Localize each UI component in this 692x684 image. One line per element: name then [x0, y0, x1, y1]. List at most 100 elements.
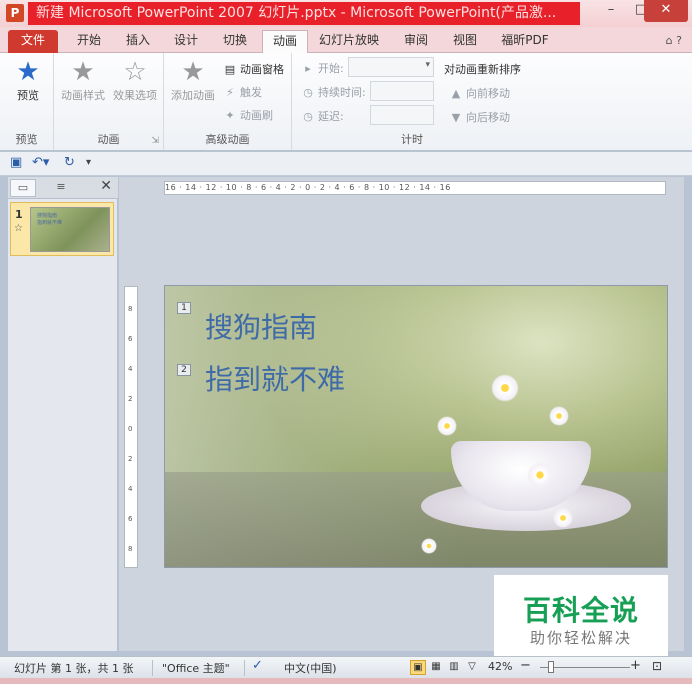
slide-title-text[interactable]: 搜狗指南 — [205, 306, 317, 346]
tab-foxit-pdf[interactable]: 福昕PDF — [494, 30, 556, 53]
animation-styles-button[interactable]: ★ 动画样式 — [58, 57, 108, 103]
zoom-in-button[interactable]: + — [630, 658, 641, 673]
move-earlier-button[interactable]: ▲ 向前移动 — [448, 85, 510, 101]
duration-label: ◷ 持续时间: — [300, 84, 366, 100]
flower-image — [437, 416, 457, 436]
animation-painter-button[interactable]: ✦ 动画刷 — [222, 107, 273, 123]
normal-view-icon[interactable]: ▣ — [410, 660, 426, 675]
vertical-ruler: 8 6 4 2 0 2 4 6 8 — [124, 286, 138, 568]
effect-options-button[interactable]: ☆ 效果选项 — [110, 57, 160, 103]
theme-name-text: "Office 主题" — [162, 662, 230, 675]
spell-check-icon[interactable]: ✓ — [252, 658, 263, 673]
taskbar-strip — [0, 678, 692, 684]
reorder-title: 对动画重新排序 — [444, 63, 521, 76]
effect-options-star-icon: ☆ — [123, 57, 147, 87]
language-text[interactable]: 中文(中国) — [284, 660, 337, 676]
start-dropdown[interactable]: ▾ — [348, 57, 434, 77]
move-later-button[interactable]: ▼ 向后移动 — [448, 109, 510, 125]
group-advanced-animation: ★ 添加动画 ▤ 动画窗格 ⚡ 触发 ✦ 动画刷 高级动画 — [164, 53, 292, 150]
slide-subtitle-text[interactable]: 指到就不难 — [205, 358, 345, 398]
minimize-button[interactable]: – — [596, 0, 626, 22]
group-animation: ★ 动画样式 ☆ 效果选项 动画 ⇲ — [54, 53, 164, 150]
preview-star-icon: ★ — [16, 57, 40, 87]
group-preview: ★ 预览 预览 — [0, 53, 54, 150]
animation-styles-star-icon: ★ — [71, 57, 95, 87]
flower-image — [421, 538, 437, 554]
close-button[interactable]: ✕ — [644, 0, 688, 22]
thumbnail-text-1: 搜狗指南 — [37, 213, 58, 219]
slide-thumbnail[interactable]: 1 ☆ 搜狗指南 指到就不难 — [10, 202, 114, 256]
add-animation-star-icon: ★ — [181, 57, 205, 87]
flower-image — [527, 462, 553, 488]
delay-clock-icon: ◷ — [303, 110, 313, 123]
flower-image — [553, 508, 573, 528]
status-separator — [244, 660, 245, 676]
preview-button[interactable]: ★ 预览 — [8, 57, 48, 103]
clock-icon: ◷ — [303, 86, 313, 99]
tab-animations[interactable]: 动画 — [262, 30, 308, 53]
zoom-slider-thumb[interactable] — [548, 661, 554, 673]
tab-home[interactable]: 开始 — [68, 30, 110, 53]
thumbnail-animation-icon: ☆ — [14, 223, 23, 234]
delay-spinner[interactable] — [370, 105, 434, 125]
redo-icon[interactable]: ↻ — [64, 155, 75, 170]
group-label-advanced-animation: 高级动画 — [205, 133, 250, 146]
animation-pane-icon: ▤ — [224, 63, 236, 76]
group-timing: ▸ 开始: ▾ ◷ 持续时间: ◷ 延迟: 对动画重新排序 ▲ 向前移动 ▼ 向后移动 计… — [292, 53, 532, 150]
outline-tab-icon[interactable]: ≡ — [48, 179, 74, 197]
tab-transitions[interactable]: 切换 — [213, 30, 257, 53]
help-icon[interactable]: ⌂ ? — [666, 34, 682, 47]
slideshow-view-icon[interactable]: ▽ — [464, 660, 480, 675]
status-bar: 幻灯片 第 1 张，共 1 张 "Office 主题" ✓ 中文(中国) ▣ ▦… — [0, 656, 692, 678]
tab-insert[interactable]: 插入 — [117, 30, 159, 53]
tab-slideshow[interactable]: 幻灯片放映 — [314, 30, 384, 53]
thumbnail-number: 1 — [15, 208, 23, 221]
animation-dialog-launcher-icon[interactable]: ⇲ — [151, 136, 159, 146]
slides-tab-icon[interactable]: ▭ — [10, 179, 36, 197]
thumbnail-text-2: 指到就不难 — [37, 220, 63, 226]
powerpoint-app-icon[interactable]: P — [6, 4, 24, 22]
triangle-down-icon: ▼ — [451, 111, 461, 124]
trigger-button[interactable]: ⚡ 触发 — [222, 84, 262, 100]
animation-pane-button[interactable]: ▤ 动画窗格 — [222, 61, 284, 77]
watermark-logo: 百科全说 助你轻松解决 — [494, 575, 668, 657]
flower-image — [549, 406, 569, 426]
zoom-level-text[interactable]: 42% — [488, 660, 512, 673]
save-icon[interactable]: ▣ — [10, 155, 22, 170]
slide-count-text: 幻灯片 第 1 张，共 1 张 — [14, 662, 134, 675]
group-label-preview: 预览 — [15, 133, 38, 146]
animation-painter-icon: ✦ — [225, 109, 235, 122]
delay-label: ◷ 延迟: — [300, 108, 344, 124]
duration-spinner[interactable] — [370, 81, 434, 101]
animation-order-badge[interactable]: 2 — [177, 364, 191, 376]
tab-review[interactable]: 审阅 — [395, 30, 437, 53]
undo-icon[interactable]: ↶▾ — [32, 155, 49, 170]
animation-order-badge[interactable]: 1 — [177, 302, 191, 314]
close-panel-icon[interactable]: ✕ — [100, 178, 112, 194]
status-separator — [152, 660, 153, 676]
start-label: ▸ 开始: — [300, 60, 343, 76]
slide-sorter-view-icon[interactable]: ▦ — [428, 660, 444, 675]
slide-canvas[interactable]: 1 搜狗指南 2 指到就不难 — [164, 285, 668, 568]
tab-file[interactable]: 文件 — [8, 30, 58, 53]
start-arrow-icon: ▸ — [305, 62, 311, 75]
ribbon: ★ 预览 预览 ★ 动画样式 ☆ 效果选项 动画 ⇲ ★ 添加动画 ▤ 动画窗格 … — [0, 53, 692, 151]
flower-image — [491, 374, 519, 402]
group-label-animation: 动画 — [97, 133, 120, 146]
reading-view-icon[interactable]: ▥ — [446, 660, 462, 675]
title-bar: P 新建 Microsoft PowerPoint 2007 幻灯片.pptx … — [0, 0, 692, 27]
watermark-main-text: 百科全说 — [522, 594, 639, 627]
tab-view[interactable]: 视图 — [444, 30, 486, 53]
triangle-up-icon: ▲ — [451, 87, 461, 100]
tab-design[interactable]: 设计 — [165, 30, 207, 53]
zoom-out-button[interactable]: − — [520, 658, 531, 673]
quick-access-toolbar: ▣ ↶▾ ↻ ▾ — [0, 152, 692, 176]
add-animation-button[interactable]: ★ 添加动画 — [168, 57, 218, 103]
fit-to-window-icon[interactable]: ⊡ — [652, 659, 662, 673]
horizontal-ruler: 16 · 14 · 12 · 10 · 8 · 6 · 4 · 2 · 0 · … — [164, 181, 666, 195]
watermark-sub-text: 助你轻松解决 — [529, 629, 632, 647]
slides-panel-tabs: ▭ ≡ ✕ — [8, 177, 118, 199]
thumbnail-image: 搜狗指南 指到就不难 — [30, 207, 110, 252]
customize-qat-icon[interactable]: ▾ — [86, 157, 91, 168]
trigger-icon: ⚡ — [226, 86, 234, 99]
